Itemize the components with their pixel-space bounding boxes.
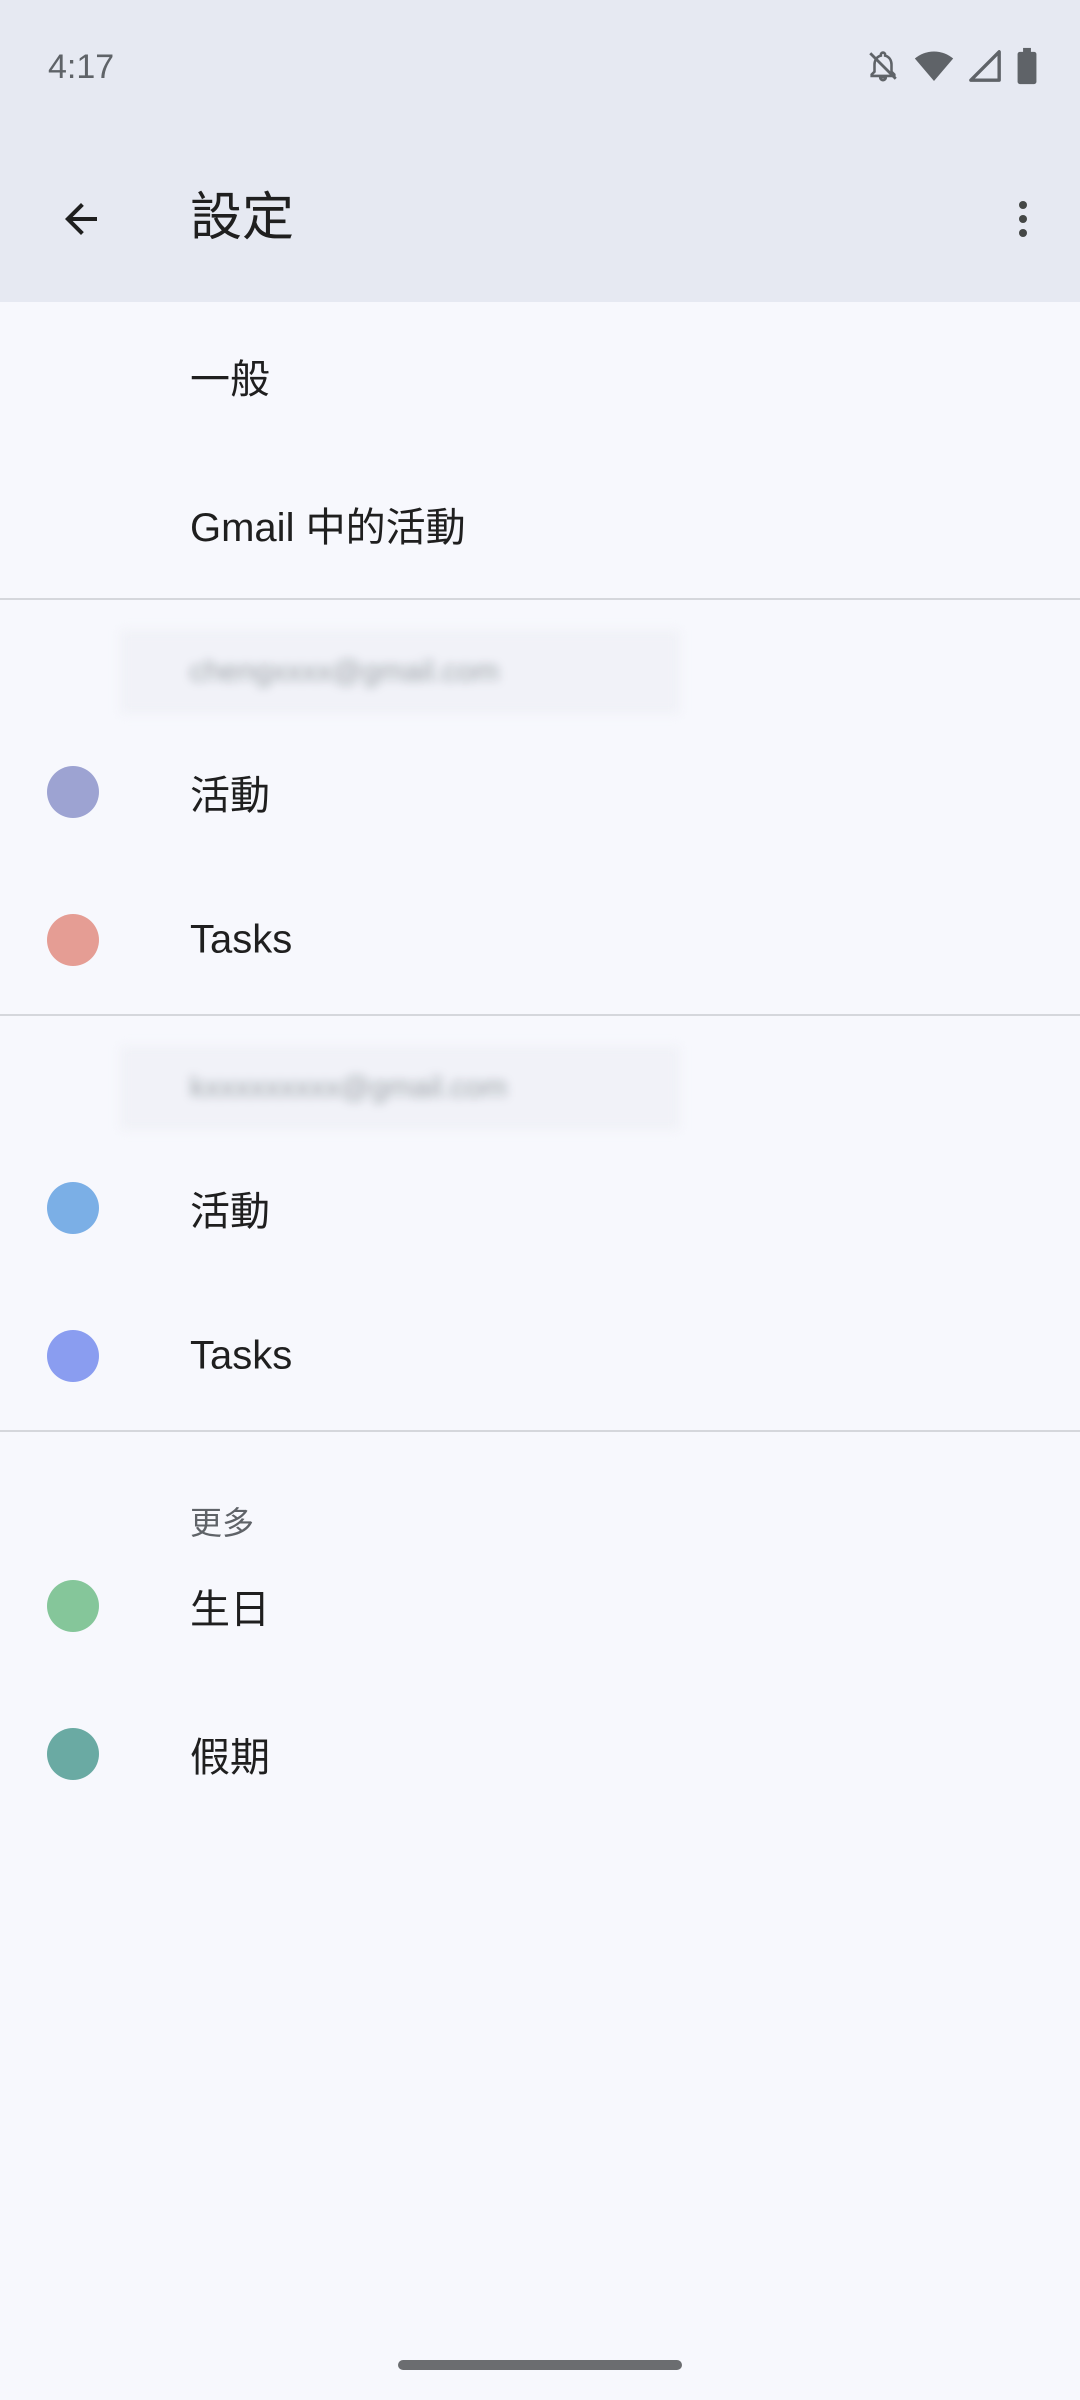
calendar-item-tasks[interactable]: Tasks [0,866,1080,1014]
account-email-blurred: chengxxxx@gmail.com [120,630,680,714]
calendar-item-events[interactable]: 活動 [0,718,1080,866]
signal-icon [968,49,1002,83]
status-icons [866,46,1038,86]
calendar-item-label: 假期 [190,1736,270,1780]
calendar-color-dot [47,1728,99,1780]
settings-item-label: Gmail 中的活動 [190,506,466,550]
settings-item-general[interactable]: 一般 [0,302,1080,450]
calendar-color-dot [47,1330,99,1382]
more-options-button[interactable] [988,184,1058,254]
calendar-item-label: 生日 [190,1588,270,1632]
calendar-item-holidays[interactable]: 假期 [0,1680,1080,1828]
calendar-item-tasks[interactable]: Tasks [0,1282,1080,1430]
app-bar: 設定 [0,134,1080,302]
calendar-color-dot [47,1580,99,1632]
back-button[interactable] [46,184,116,254]
account-header: kxxxxxxxxx@gmail.com [0,1016,1080,1134]
calendar-item-label: Tasks [190,917,293,962]
calendar-color-dot [47,914,99,966]
account-header: chengxxxx@gmail.com [0,600,1080,718]
status-bar: 4:17 [0,0,1080,134]
calendar-item-label: Tasks [190,1333,293,1378]
calendar-color-dot [47,1182,99,1234]
settings-item-label: 一般 [190,358,270,402]
settings-list: 一般 Gmail 中的活動 chengxxxx@gmail.com 活動 Tas… [0,302,1080,1828]
page-title: 設定 [190,189,295,247]
status-time: 4:17 [48,48,115,86]
calendar-item-birthdays[interactable]: 生日 [0,1532,1080,1680]
account-email-blurred: kxxxxxxxxx@gmail.com [120,1046,680,1130]
battery-icon [1016,47,1038,85]
arrow-back-icon [65,203,97,235]
more-vert-icon [1019,201,1027,237]
calendar-item-events[interactable]: 活動 [0,1134,1080,1282]
calendar-item-label: 活動 [190,774,270,818]
section-heading-more: 更多 [0,1432,1080,1541]
wifi-icon [914,49,954,83]
home-indicator[interactable] [398,2360,682,2370]
bell-off-icon [866,48,900,84]
calendar-item-label: 活動 [190,1190,270,1234]
settings-item-gmail-events[interactable]: Gmail 中的活動 [0,450,1080,598]
calendar-color-dot [47,766,99,818]
